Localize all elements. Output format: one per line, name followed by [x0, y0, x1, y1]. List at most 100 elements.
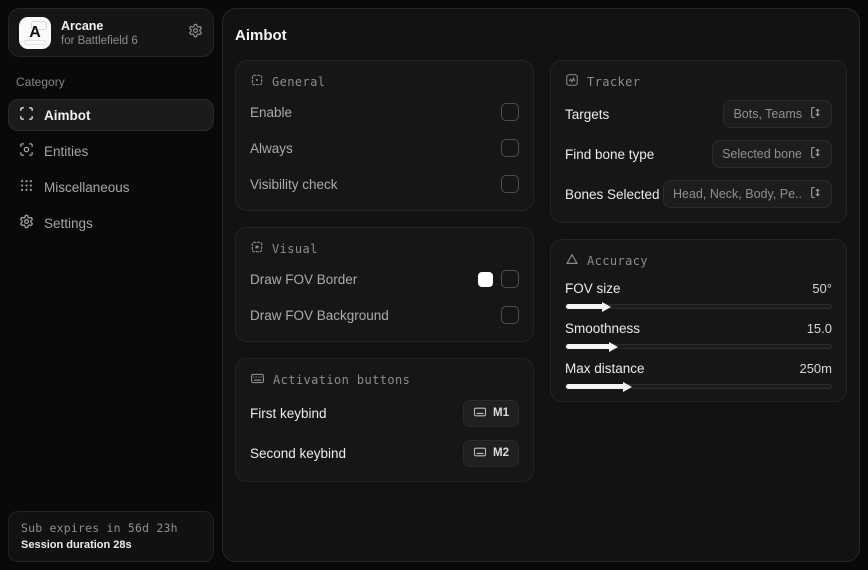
setting-label: First keybind — [250, 406, 327, 421]
tracker-section: Tracker Targets Bots, Teams Find bone ty… — [550, 60, 847, 223]
sidebar-item-label: Settings — [44, 216, 93, 231]
setting-label: Second keybind — [250, 446, 346, 461]
sidebar-nav: Aimbot Entities Miscellaneous Settings — [8, 99, 214, 239]
session-duration-text: Session duration 28s — [21, 539, 201, 551]
setting-label: Draw FOV Border — [250, 272, 357, 287]
activation-section-header: Activation buttons — [250, 371, 519, 389]
dropdown-value: Head, Neck, Body, Pe.. — [673, 187, 802, 201]
smoothness-slider[interactable] — [565, 344, 832, 349]
slider-fill — [566, 344, 610, 349]
sub-expires-text: Sub expires in 56d 23h — [21, 521, 201, 535]
visual-section: Visual Draw FOV Border Draw FOV Backgrou… — [235, 227, 534, 342]
unfold-vertical-icon — [809, 186, 822, 202]
slider-thumb[interactable] — [602, 302, 611, 312]
sidebar: A Arcane for Battlefield 6 Category Aimb… — [0, 0, 222, 570]
subscription-info-card: Sub expires in 56d 23h Session duration … — [8, 511, 214, 562]
sidebar-item-label: Entities — [44, 144, 88, 159]
scan-eye-icon — [19, 142, 34, 160]
max-distance-slider[interactable] — [565, 384, 832, 389]
first-keybind-button[interactable]: M1 — [463, 400, 519, 427]
general-section: General Enable Always Visibility check — [235, 60, 534, 211]
max-distance-value: 250m — [799, 361, 832, 376]
scan-icon — [19, 106, 34, 124]
fov-size-slider[interactable] — [565, 304, 832, 309]
bones-selected-dropdown[interactable]: Head, Neck, Body, Pe.. — [663, 180, 832, 208]
sidebar-item-label: Miscellaneous — [44, 180, 130, 195]
setting-row: Draw FOV Border — [250, 265, 519, 293]
smoothness-value: 15.0 — [807, 321, 832, 336]
setting-label: Find bone type — [565, 147, 654, 162]
setting-row: First keybind M1 — [250, 397, 519, 429]
triangle-icon — [565, 252, 579, 269]
unfold-vertical-icon — [809, 106, 822, 122]
visual-section-header: Visual — [250, 240, 519, 257]
setting-row: Enable — [250, 98, 519, 126]
setting-row: Always — [250, 134, 519, 162]
app-name: Arcane — [61, 19, 178, 33]
header-settings-button[interactable] — [188, 23, 203, 43]
setting-row: Second keybind M2 — [250, 437, 519, 469]
setting-row: Draw FOV Background — [250, 301, 519, 329]
max-distance-slider-row: Max distance 250m — [565, 361, 832, 389]
accuracy-section: Accuracy FOV size 50° Smoothne — [550, 239, 847, 402]
slider-fill — [566, 304, 603, 309]
sidebar-item-miscellaneous[interactable]: Miscellaneous — [8, 171, 214, 203]
keyboard-icon — [473, 445, 487, 462]
setting-label: Max distance — [565, 361, 645, 376]
accuracy-section-header: Accuracy — [565, 252, 832, 269]
draw-fov-background-checkbox[interactable] — [501, 306, 519, 324]
fov-size-slider-row: FOV size 50° — [565, 281, 832, 309]
app-header-text: Arcane for Battlefield 6 — [61, 19, 178, 47]
keybind-value: M1 — [493, 407, 509, 419]
slider-thumb[interactable] — [623, 382, 632, 392]
section-title: Visual — [272, 242, 318, 256]
enable-checkbox[interactable] — [501, 103, 519, 121]
dashed-square-sparkle-icon — [250, 240, 264, 257]
keybind-value: M2 — [493, 447, 509, 459]
setting-label: Visibility check — [250, 177, 338, 192]
setting-label: Always — [250, 141, 293, 156]
visibility-check-checkbox[interactable] — [501, 175, 519, 193]
targets-dropdown[interactable]: Bots, Teams — [723, 100, 832, 128]
grid-dots-icon — [19, 178, 34, 196]
fov-size-value: 50° — [812, 281, 832, 296]
dashed-square-dot-icon — [250, 73, 264, 90]
slider-fill — [566, 384, 624, 389]
page-title: Aimbot — [235, 27, 847, 44]
setting-row: Targets Bots, Teams — [565, 98, 832, 130]
setting-label: Enable — [250, 105, 292, 120]
find-bone-type-dropdown[interactable]: Selected bone — [712, 140, 832, 168]
sidebar-item-aimbot[interactable]: Aimbot — [8, 99, 214, 131]
app-subtitle: for Battlefield 6 — [61, 35, 178, 47]
section-title: Tracker — [587, 75, 640, 89]
setting-row: Bones Selected Head, Neck, Body, Pe.. — [565, 178, 832, 210]
section-title: General — [272, 75, 325, 89]
draw-fov-border-checkbox[interactable] — [501, 270, 519, 288]
gear-icon — [188, 23, 203, 43]
sidebar-item-entities[interactable]: Entities — [8, 135, 214, 167]
fov-border-color-swatch[interactable] — [478, 272, 493, 287]
section-title: Accuracy — [587, 254, 648, 268]
setting-row: Visibility check — [250, 170, 519, 198]
app-header-card: A Arcane for Battlefield 6 — [8, 8, 214, 57]
always-checkbox[interactable] — [501, 139, 519, 157]
setting-label: FOV size — [565, 281, 621, 296]
keyboard-icon — [250, 371, 265, 389]
activity-square-icon — [565, 73, 579, 90]
setting-row: Find bone type Selected bone — [565, 138, 832, 170]
unfold-vertical-icon — [809, 146, 822, 162]
tracker-section-header: Tracker — [565, 73, 832, 90]
app-logo: A — [19, 17, 51, 49]
dropdown-value: Bots, Teams — [733, 107, 802, 121]
slider-thumb[interactable] — [609, 342, 618, 352]
gear-icon — [19, 214, 34, 232]
main-panel: Aimbot General Enable Always — [222, 8, 860, 562]
second-keybind-button[interactable]: M2 — [463, 440, 519, 467]
dropdown-value: Selected bone — [722, 147, 802, 161]
activation-buttons-section: Activation buttons First keybind M1 Seco… — [235, 358, 534, 482]
section-title: Activation buttons — [273, 373, 410, 387]
logo-letter: A — [29, 24, 41, 42]
sidebar-item-settings[interactable]: Settings — [8, 207, 214, 239]
category-label: Category — [16, 75, 214, 89]
setting-label: Smoothness — [565, 321, 640, 336]
